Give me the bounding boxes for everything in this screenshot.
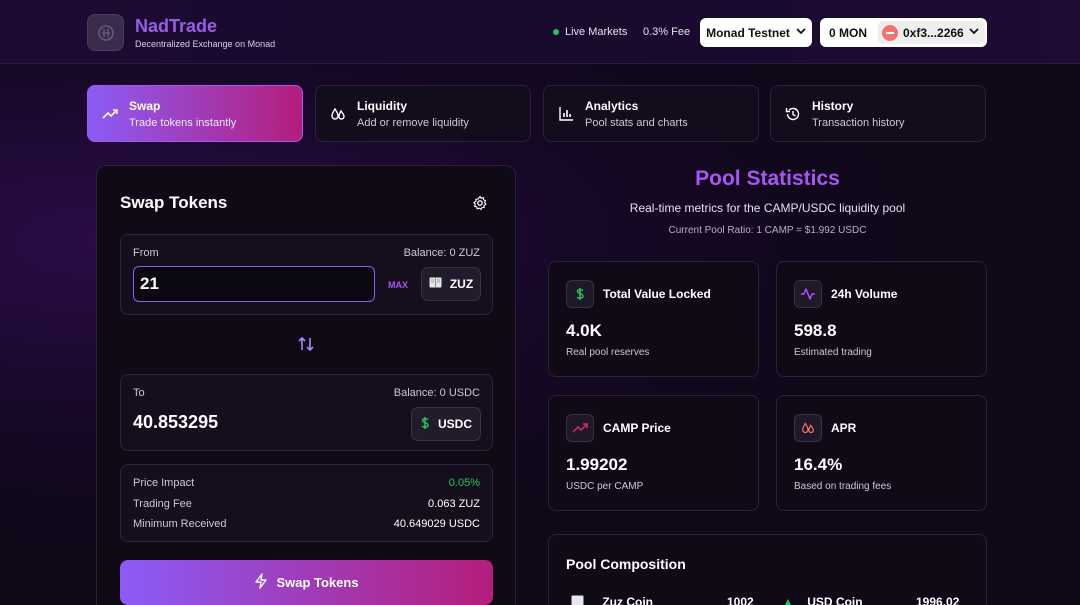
composition-name: USD Coin — [807, 595, 863, 605]
pool-ratio: Current Pool Ratio: 1 CAMP = $1.992 USDC — [668, 225, 867, 236]
trade-details-box: Price Impact 0.05% Trading Fee 0.063 ZUZ… — [120, 464, 493, 542]
info-label: Minimum Received — [133, 518, 227, 530]
from-token-box: From Balance: 0 ZUZ MAX ZUZ — [120, 234, 493, 315]
tab-label: History — [812, 98, 854, 113]
stat-value: 1.99202 — [566, 455, 628, 474]
tab-history[interactable]: History Transaction history — [770, 85, 986, 142]
info-value: 40.649029 USDC — [393, 518, 480, 530]
composition-item-usdc: ▲ USD Coin — [782, 595, 863, 605]
to-token-selector[interactable]: USDC — [411, 407, 481, 441]
tab-label: Liquidity — [357, 98, 407, 113]
stat-description: Based on trading fees — [794, 481, 892, 492]
stat-card-tvl: Total Value Locked 4.0K Real pool reserv… — [548, 261, 759, 377]
network-select[interactable]: Monad Testnet — [700, 18, 812, 47]
wallet-address: 0xf3...2266 — [903, 25, 964, 40]
stat-label: APR — [831, 421, 857, 435]
wallet-balance: 0 MON — [829, 25, 868, 40]
info-label: Price Impact — [133, 477, 195, 489]
stat-card-apr: APR 16.4% Based on trading fees — [776, 395, 987, 511]
history-icon — [783, 104, 803, 124]
composition-value: 1996.02 — [916, 595, 960, 605]
tab-label: Swap — [129, 98, 161, 113]
trending-up-icon — [566, 414, 594, 442]
from-label: From — [133, 247, 159, 259]
to-label: To — [133, 387, 145, 399]
pool-composition-card: Pool Composition Zuz Coin 1002 ▲ USD Coi… — [548, 534, 987, 605]
to-token-label: USDC — [437, 417, 472, 431]
live-markets-label: Live Markets — [565, 26, 628, 38]
composition-title: Pool Composition — [566, 556, 686, 572]
live-markets-indicator: Live Markets — [553, 26, 627, 38]
tab-liquidity[interactable]: Liquidity Add or remove liquidity — [315, 85, 531, 142]
trading-fee-row: Trading Fee 0.063 ZUZ — [133, 498, 480, 510]
fee-label: 0.3% Fee — [643, 26, 691, 38]
chevron-down-icon — [969, 27, 979, 38]
status-dot-icon — [553, 29, 559, 35]
brand-subtitle: Decentralized Exchange on Monad — [135, 39, 276, 49]
arrow-up-icon: ▲ — [782, 595, 794, 605]
logo-icon[interactable] — [87, 14, 124, 51]
droplets-icon — [794, 414, 822, 442]
stat-label: 24h Volume — [831, 287, 898, 301]
info-value: 0.063 ZUZ — [428, 498, 480, 510]
from-amount-input[interactable] — [133, 266, 375, 302]
info-label: Trading Fee — [133, 498, 192, 510]
stat-description: Real pool reserves — [566, 347, 650, 358]
swap-title: Swap Tokens — [120, 193, 228, 212]
tab-sublabel: Transaction history — [812, 116, 905, 129]
swap-card: Swap Tokens From Balance: 0 ZUZ MAX ZUZ … — [96, 165, 516, 605]
trending-up-icon — [100, 104, 120, 124]
minimum-received-row: Minimum Received 40.649029 USDC — [133, 518, 480, 530]
composition-value: 1002 — [727, 595, 754, 605]
to-token-box: To Balance: 0 USDC 40.853295 USDC — [120, 374, 493, 451]
stat-card-volume: 24h Volume 598.8 Estimated trading — [776, 261, 987, 377]
stat-value: 16.4% — [794, 455, 843, 474]
to-amount: 40.853295 — [133, 412, 219, 432]
lightning-icon — [254, 573, 268, 592]
chevron-down-icon — [796, 27, 806, 38]
pool-subtitle: Real-time metrics for the CAMP/USDC liqu… — [629, 201, 906, 215]
from-token-selector[interactable]: ZUZ — [421, 267, 481, 301]
stat-description: USDC per CAMP — [566, 481, 644, 492]
tab-label: Analytics — [585, 98, 639, 113]
from-token-label: ZUZ — [449, 277, 474, 291]
stat-label: Total Value Locked — [603, 287, 711, 301]
activity-icon — [794, 280, 822, 308]
top-header: NadTrade Decentralized Exchange on Monad… — [0, 0, 1080, 64]
stat-card-camp-price: CAMP Price 1.99202 USDC per CAMP — [548, 395, 759, 511]
brand-title: NadTrade — [135, 16, 218, 36]
to-balance: Balance: 0 USDC — [393, 387, 480, 399]
droplets-icon — [328, 104, 348, 124]
pool-title: Pool Statistics — [695, 167, 840, 190]
dollar-icon — [420, 416, 430, 433]
gear-icon[interactable] — [472, 195, 488, 211]
tab-sublabel: Trade tokens instantly — [129, 116, 237, 129]
tab-swap[interactable]: Swap Trade tokens instantly — [87, 85, 303, 142]
tab-sublabel: Add or remove liquidity — [357, 116, 469, 129]
book-icon — [571, 595, 587, 605]
stat-label: CAMP Price — [603, 421, 671, 435]
token-zuz-icon — [429, 277, 442, 291]
from-balance: Balance: 0 ZUZ — [403, 247, 480, 259]
composition-name: Zuz Coin — [602, 595, 653, 605]
dollar-icon — [566, 280, 594, 308]
wallet-button[interactable]: 0 MON 0xf3...2266 — [820, 18, 987, 47]
stat-value: 4.0K — [566, 321, 602, 340]
swap-direction-icon[interactable] — [297, 335, 315, 353]
wallet-address-chip[interactable]: 0xf3...2266 — [878, 21, 985, 44]
tab-sublabel: Pool stats and charts — [585, 116, 688, 129]
avatar — [882, 24, 898, 41]
composition-item-zuz: Zuz Coin — [571, 595, 653, 605]
network-label: Monad Testnet — [706, 25, 790, 40]
price-impact-row: Price Impact 0.05% — [133, 477, 480, 489]
swap-tokens-button[interactable]: Swap Tokens — [120, 560, 493, 605]
info-value: 0.05% — [448, 477, 480, 489]
stat-description: Estimated trading — [794, 347, 872, 358]
tab-analytics[interactable]: Analytics Pool stats and charts — [543, 85, 759, 142]
swap-button-label: Swap Tokens — [276, 575, 359, 590]
bar-chart-icon — [556, 104, 576, 124]
max-button[interactable]: MAX — [388, 280, 408, 290]
stat-value: 598.8 — [794, 321, 837, 340]
